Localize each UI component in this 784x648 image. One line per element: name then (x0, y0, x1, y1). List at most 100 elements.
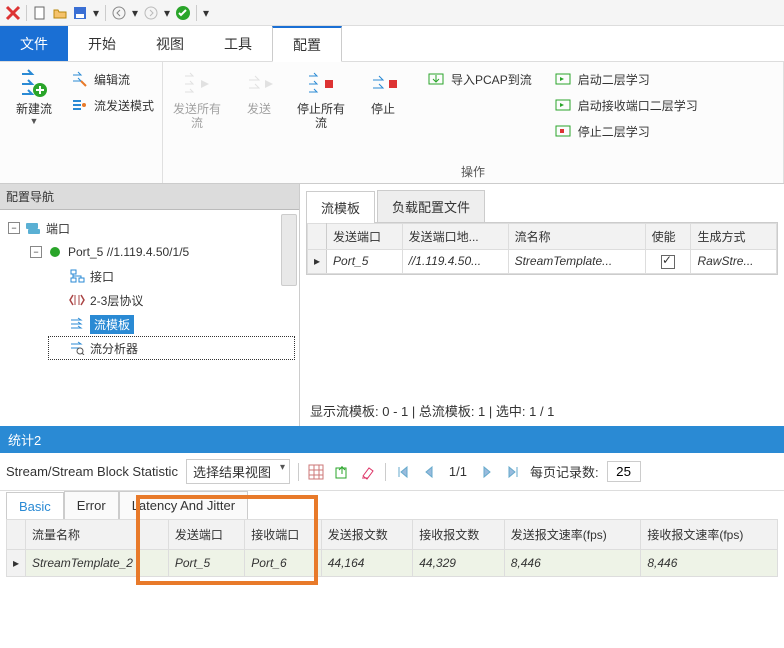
import-pcap-icon (427, 70, 445, 88)
start-l2-button[interactable]: 启动二层学习 (552, 68, 700, 90)
stream-mode-icon (70, 96, 88, 114)
stats-subtabs: Basic Error Latency And Jitter (0, 491, 784, 519)
cell-gen-mode[interactable]: RawStre... (691, 250, 777, 274)
subtab-stream-template[interactable]: 流模板 (306, 191, 375, 223)
dropdown-icon[interactable]: ▾ (130, 4, 140, 22)
cell-tx-port[interactable]: Port_5 (168, 550, 244, 577)
send-icon (243, 68, 275, 100)
app-logo-icon (4, 4, 22, 22)
tab-tools[interactable]: 工具 (204, 26, 272, 61)
cell-tx-pkts[interactable]: 44,164 (321, 550, 413, 577)
stream-mode-button[interactable]: 流发送模式 (68, 94, 156, 116)
col-rx-port[interactable]: 接收端口 (245, 520, 321, 550)
col-enable[interactable]: 使能 (645, 224, 691, 250)
cell-tx-port[interactable]: Port_5 (327, 250, 403, 274)
row-indicator-icon: ▸ (308, 250, 327, 274)
col-flow-name[interactable]: 流量名称 (26, 520, 169, 550)
col-tx-addr[interactable]: 发送端口地... (402, 224, 508, 250)
tree-node-stream-template[interactable]: 流模板 (48, 312, 295, 336)
stats-grid-wrap: 流量名称 发送端口 接收端口 发送报文数 接收报文数 发送报文速率(fps) 接… (0, 519, 784, 583)
send-all-button: 发送所有流 (169, 66, 225, 130)
page-size-input[interactable] (607, 461, 641, 482)
cell-rx-port[interactable]: Port_6 (245, 550, 321, 577)
col-tx-fps[interactable]: 发送报文速率(fps) (504, 520, 641, 550)
send-button: 发送 (231, 66, 287, 116)
forward-icon[interactable] (142, 4, 160, 22)
tree-node-port5[interactable]: − Port_5 //1.119.4.50/1/5 (26, 240, 295, 264)
config-tree[interactable]: − 端口 − Port_5 //1.119.4.50/1/5 (0, 210, 299, 426)
save-icon[interactable] (71, 4, 89, 22)
check-circle-icon[interactable] (174, 4, 192, 22)
subtab-basic[interactable]: Basic (6, 492, 64, 520)
expand-icon[interactable]: − (8, 222, 20, 234)
tab-view[interactable]: 视图 (136, 26, 204, 61)
tab-config[interactable]: 配置 (272, 26, 342, 62)
dropdown-icon[interactable]: ▾ (162, 4, 172, 22)
cell-rx-pkts[interactable]: 44,329 (413, 550, 505, 577)
last-page-icon[interactable] (504, 463, 522, 481)
new-stream-icon (18, 68, 50, 100)
tree-node-interface[interactable]: 接口 (48, 264, 295, 288)
col-tx-pkts[interactable]: 发送报文数 (321, 520, 413, 550)
new-stream-button[interactable]: 新建流 ▼ (6, 66, 62, 126)
ribbon-group-stream: 新建流 ▼ 编辑流 流发送模式 (0, 62, 163, 183)
pane-title: 配置导航 (0, 184, 299, 210)
cell-tx-fps[interactable]: 8,446 (504, 550, 641, 577)
edit-stream-icon (70, 70, 88, 88)
col-rx-fps[interactable]: 接收报文速率(fps) (641, 520, 778, 550)
ribbon-group-ops: 发送所有流 发送 停止所有流 停止 (163, 62, 784, 183)
next-page-icon[interactable] (478, 463, 496, 481)
grid-settings-icon[interactable] (307, 463, 325, 481)
dropdown-icon[interactable]: ▾ (201, 4, 211, 22)
protocol-icon (68, 291, 86, 309)
analyzer-icon (68, 339, 86, 357)
cell-stream-name[interactable]: StreamTemplate... (508, 250, 645, 274)
checkbox-icon[interactable] (661, 255, 675, 269)
stop-button[interactable]: 停止 (355, 66, 411, 116)
stop-l2-button[interactable]: 停止二层学习 (552, 120, 700, 142)
import-pcap-button[interactable]: 导入PCAP到流 (425, 68, 534, 90)
col-stream-name[interactable]: 流名称 (508, 224, 645, 250)
prev-page-icon[interactable] (420, 463, 438, 481)
send-all-icon (181, 68, 213, 100)
col-rx-pkts[interactable]: 接收报文数 (413, 520, 505, 550)
title-bar: ▾ ▾ ▾ ▾ (0, 0, 784, 26)
stats-toolbar: Stream/Stream Block Statistic 选择结果视图 1/1… (0, 453, 784, 491)
table-row[interactable]: ▸ Port_5 //1.119.4.50... StreamTemplate.… (308, 250, 777, 274)
first-page-icon[interactable] (394, 463, 412, 481)
open-folder-icon[interactable] (51, 4, 69, 22)
group-label: 操作 (169, 160, 777, 183)
expand-icon[interactable]: − (30, 246, 42, 258)
cell-tx-addr[interactable]: //1.119.4.50... (402, 250, 508, 274)
cell-rx-fps[interactable]: 8,446 (641, 550, 778, 577)
tree-node-ports[interactable]: − 端口 (4, 216, 295, 240)
export-icon[interactable] (333, 463, 351, 481)
col-tx-port[interactable]: 发送端口 (327, 224, 403, 250)
tab-start[interactable]: 开始 (68, 26, 136, 61)
stream-template-icon (68, 315, 86, 333)
dropdown-icon[interactable]: ▾ (91, 4, 101, 22)
edit-stream-button[interactable]: 编辑流 (68, 68, 156, 90)
cell-flow-name[interactable]: StreamTemplate_2 (26, 550, 169, 577)
stats-title: 统计2 (0, 426, 784, 453)
page-size-label: 每页记录数: (530, 462, 599, 481)
tree-node-analyzer[interactable]: 流分析器 (48, 336, 295, 360)
subtab-latency[interactable]: Latency And Jitter (119, 491, 248, 519)
stop-all-button[interactable]: 停止所有流 (293, 66, 349, 130)
tab-file[interactable]: 文件 (0, 26, 68, 61)
col-gen-mode[interactable]: 生成方式 (691, 224, 777, 250)
back-icon[interactable] (110, 4, 128, 22)
scrollbar-thumb[interactable] (281, 214, 297, 286)
cell-enable[interactable] (645, 250, 691, 274)
view-select[interactable]: 选择结果视图 (186, 459, 290, 484)
table-row[interactable]: ▸ StreamTemplate_2 Port_5 Port_6 44,164 … (7, 550, 778, 577)
start-rx-l2-button[interactable]: 启动接收端口二层学习 (552, 94, 700, 116)
col-tx-port[interactable]: 发送端口 (168, 520, 244, 550)
subtab-payload-config[interactable]: 负载配置文件 (377, 190, 485, 222)
row-indicator-icon: ▸ (7, 550, 26, 577)
right-subtabs: 流模板 负载配置文件 (306, 190, 778, 223)
clear-icon[interactable] (359, 463, 377, 481)
new-doc-icon[interactable] (31, 4, 49, 22)
subtab-error[interactable]: Error (64, 491, 119, 519)
tree-node-l23[interactable]: 2-3层协议 (48, 288, 295, 312)
